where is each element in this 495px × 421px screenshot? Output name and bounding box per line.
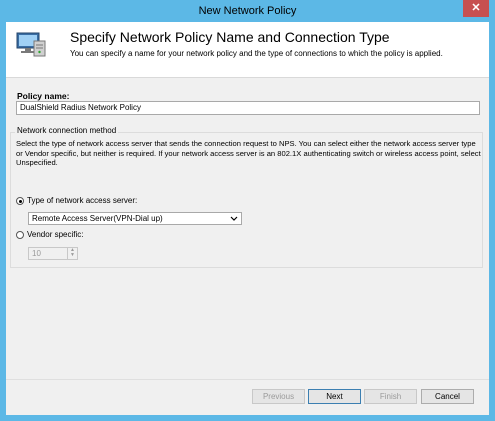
network-computer-icon <box>16 32 46 57</box>
next-button[interactable]: Next <box>308 389 361 404</box>
connection-method-label: Network connection method <box>15 126 119 135</box>
finish-button[interactable]: Finish <box>364 389 417 404</box>
policy-name-input[interactable]: DualShield Radius Network Policy <box>16 101 480 115</box>
vendor-specific-option[interactable]: Vendor specific: <box>16 230 83 239</box>
nas-type-option[interactable]: Type of network access server: <box>16 196 137 205</box>
previous-button[interactable]: Previous <box>252 389 305 404</box>
vendor-specific-stepper[interactable]: 10 ▲ ▼ <box>28 247 78 260</box>
vendor-specific-value: 10 <box>32 249 41 258</box>
page-subtitle: You can specify a name for your network … <box>70 49 443 58</box>
dialog-client-area: Specify Network Policy Name and Connecti… <box>6 22 489 415</box>
vendor-specific-radio[interactable] <box>16 231 24 239</box>
cancel-button[interactable]: Cancel <box>421 389 474 404</box>
nas-type-radio[interactable] <box>16 197 24 205</box>
stepper-down-icon[interactable]: ▼ <box>68 253 77 258</box>
nas-type-value: Remote Access Server(VPN-Dial up) <box>32 214 163 223</box>
wizard-header: Specify Network Policy Name and Connecti… <box>6 22 489 78</box>
stepper-buttons[interactable]: ▲ ▼ <box>67 248 77 259</box>
chevron-down-icon <box>230 216 238 221</box>
nas-type-select[interactable]: Remote Access Server(VPN-Dial up) <box>28 212 242 225</box>
nas-type-label: Type of network access server: <box>27 196 138 205</box>
window-title: New Network Policy <box>198 5 297 17</box>
policy-name-label: Policy name: <box>17 91 70 101</box>
vendor-specific-label: Vendor specific: <box>27 230 84 239</box>
title-bar[interactable]: New Network Policy ✕ <box>0 0 495 22</box>
new-network-policy-window: New Network Policy ✕ Specify Network Pol… <box>0 0 495 421</box>
connection-method-description: Select the type of network access server… <box>16 139 481 167</box>
footer-divider <box>6 379 489 380</box>
page-title: Specify Network Policy Name and Connecti… <box>70 29 390 45</box>
close-button[interactable]: ✕ <box>463 0 489 17</box>
